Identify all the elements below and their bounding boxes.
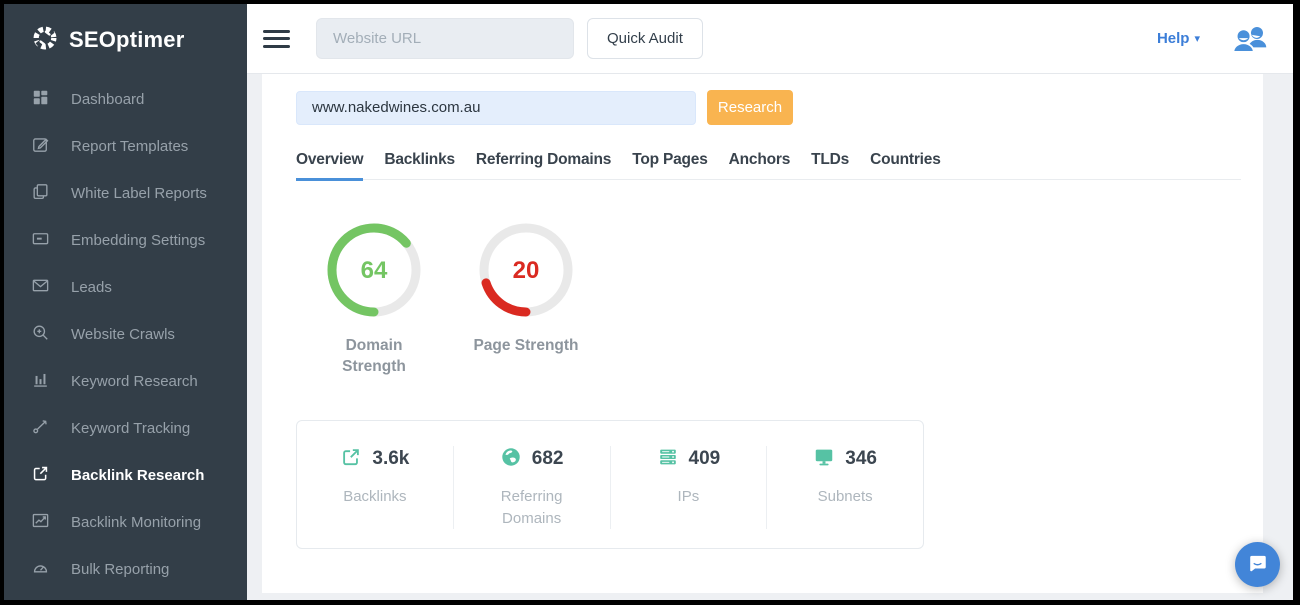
- stat-value: 3.6k: [372, 448, 409, 470]
- website-url-input[interactable]: [316, 18, 574, 59]
- tab-referring-domains[interactable]: Referring Domains: [476, 151, 611, 181]
- main-area: Quick Audit Help ▾ Rese: [247, 4, 1293, 600]
- external-link-icon: [31, 464, 50, 487]
- help-label: Help: [1157, 30, 1190, 47]
- sidebar-item-label: Dashboard: [71, 91, 144, 108]
- stat-label: Backlinks: [329, 486, 421, 508]
- globe-icon: [500, 446, 522, 473]
- edit-icon: [31, 135, 50, 158]
- stat-ips: 409 IPs: [610, 446, 767, 530]
- tachometer-icon: [31, 558, 50, 581]
- monitor-icon: [813, 446, 835, 473]
- content-area: Research Overview Backlinks Referring Do…: [247, 74, 1293, 600]
- hamburger-menu-icon[interactable]: [263, 25, 290, 52]
- logo[interactable]: SEOptimer: [4, 4, 247, 76]
- stat-backlinks: 3.6k Backlinks: [297, 446, 453, 530]
- tab-top-pages[interactable]: Top Pages: [632, 151, 707, 181]
- server-icon: [657, 446, 679, 473]
- backlink-stats-card: 3.6k Backlinks 682 Referring Domains: [296, 420, 924, 550]
- sidebar-item-keyword-research[interactable]: Keyword Research: [4, 358, 247, 405]
- sidebar-item-label: Website Crawls: [71, 326, 175, 343]
- sidebar-item-backlink-monitoring[interactable]: Backlink Monitoring: [4, 499, 247, 546]
- embed-field-icon: [31, 229, 50, 252]
- chat-bubble-icon: [1246, 552, 1269, 578]
- research-button[interactable]: Research: [707, 90, 793, 125]
- chevron-down-icon: ▾: [1194, 32, 1200, 45]
- chat-launcher-button[interactable]: [1235, 542, 1280, 587]
- strength-gauges: 64 Domain Strength 20 Page Strength: [318, 220, 1241, 378]
- stat-value: 682: [532, 448, 564, 470]
- trend-line-icon: [31, 417, 50, 440]
- sidebar-item-dashboard[interactable]: Dashboard: [4, 76, 247, 123]
- page-strength-gauge: 20 Page Strength: [470, 220, 582, 378]
- backlink-research-panel: Research Overview Backlinks Referring Do…: [262, 74, 1263, 593]
- stat-subnets: 346 Subnets: [766, 446, 923, 530]
- sidebar-item-leads[interactable]: Leads: [4, 264, 247, 311]
- research-url-input[interactable]: [296, 91, 696, 125]
- sidebar-item-embedding-settings[interactable]: Embedding Settings: [4, 217, 247, 264]
- gauge-label: Page Strength: [470, 336, 582, 357]
- stat-referring-domains: 682 Referring Domains: [453, 446, 610, 530]
- sidebar-item-white-label-reports[interactable]: White Label Reports: [4, 170, 247, 217]
- sidebar-item-bulk-reporting[interactable]: Bulk Reporting: [4, 546, 247, 593]
- research-search-row: Research: [296, 90, 1241, 125]
- tab-overview[interactable]: Overview: [296, 151, 363, 181]
- sidebar-item-report-templates[interactable]: Report Templates: [4, 123, 247, 170]
- stat-value: 346: [845, 448, 877, 470]
- search-plus-icon: [31, 323, 50, 346]
- line-chart-icon: [31, 511, 50, 534]
- stat-label: Subnets: [799, 486, 891, 508]
- app-window: SEOptimer Dashboard Report Templates Whi…: [0, 0, 1300, 605]
- sidebar-item-label: White Label Reports: [71, 185, 207, 202]
- quick-audit-button[interactable]: Quick Audit: [587, 18, 703, 59]
- copy-icon: [31, 182, 50, 205]
- sidebar-item-website-crawls[interactable]: Website Crawls: [4, 311, 247, 358]
- logo-text: SEOptimer: [69, 27, 185, 53]
- sidebar-item-backlink-research[interactable]: Backlink Research: [4, 452, 247, 499]
- gauge-value: 64: [361, 257, 388, 284]
- sidebar-nav: Dashboard Report Templates White Label R…: [4, 76, 247, 600]
- domain-strength-gauge: 64 Domain Strength: [318, 220, 430, 378]
- stat-value: 409: [689, 448, 721, 470]
- tabs-bar: Overview Backlinks Referring Domains Top…: [296, 151, 1241, 180]
- sidebar: SEOptimer Dashboard Report Templates Whi…: [4, 4, 247, 600]
- help-menu[interactable]: Help ▾: [1157, 30, 1200, 47]
- topbar: Quick Audit Help ▾: [247, 4, 1293, 74]
- envelope-icon: [31, 276, 50, 299]
- tab-countries[interactable]: Countries: [870, 151, 941, 181]
- stat-label: IPs: [642, 486, 734, 508]
- dashboard-icon: [31, 88, 50, 111]
- account-users-icon[interactable]: [1232, 24, 1269, 54]
- sidebar-item-keyword-tracking[interactable]: Keyword Tracking: [4, 405, 247, 452]
- sidebar-item-label: Embedding Settings: [71, 232, 205, 249]
- sidebar-item-label: Keyword Research: [71, 373, 198, 390]
- external-link-icon: [340, 446, 362, 473]
- sidebar-item-label: Keyword Tracking: [71, 420, 190, 437]
- sidebar-item-label: Backlink Monitoring: [71, 514, 201, 531]
- sidebar-item-label: Backlink Research: [71, 467, 204, 484]
- seoptimer-gear-icon: [30, 23, 60, 58]
- tab-tlds[interactable]: TLDs: [811, 151, 849, 181]
- sidebar-item-label: Bulk Reporting: [71, 561, 169, 578]
- stat-label: Referring Domains: [486, 486, 578, 530]
- gauge-label: Domain Strength: [318, 336, 430, 378]
- tab-backlinks[interactable]: Backlinks: [384, 151, 455, 181]
- sidebar-item-label: Report Templates: [71, 138, 188, 155]
- gauge-value: 20: [513, 257, 540, 284]
- bar-chart-icon: [31, 370, 50, 393]
- tab-anchors[interactable]: Anchors: [729, 151, 790, 181]
- sidebar-item-label: Leads: [71, 279, 112, 296]
